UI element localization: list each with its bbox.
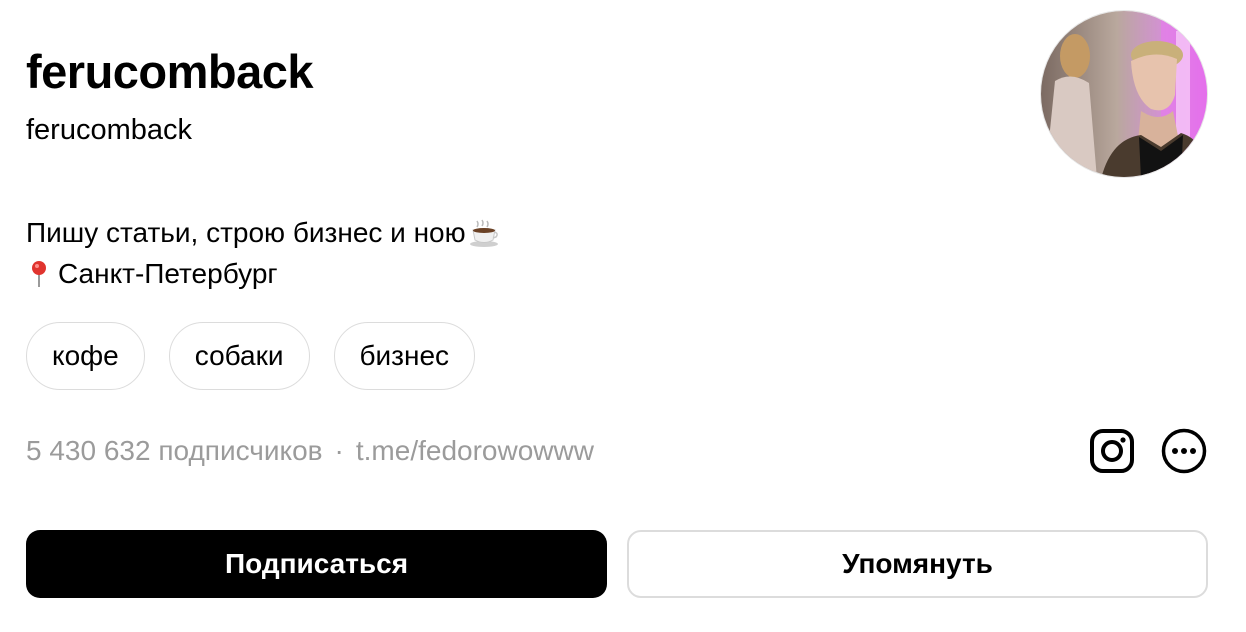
instagram-icon[interactable] [1089,428,1135,474]
profile-meta: 5 430 632 подписчиков · t.me/fedorowowww [26,432,594,470]
subscribe-button[interactable]: Подписаться [26,530,607,598]
profile-link[interactable]: t.me/fedorowowww [356,435,594,466]
separator-dot: · [334,435,344,466]
bio: Пишу статьи, строю бизнес и ною Санкт-Пе… [26,212,500,294]
bio-line-1: Пишу статьи, строю бизнес и ною [26,212,500,253]
location-text: Санкт-Петербург [58,258,278,289]
mention-button[interactable]: Упомянуть [627,530,1208,598]
pin-icon [26,259,56,289]
tags-list: кофе собаки бизнес [26,322,476,390]
bio-text: Пишу статьи, строю бизнес и ною [26,217,466,248]
followers-count: 5 430 632 подписчиков [26,435,323,466]
tag-business[interactable]: бизнес [333,322,476,390]
profile-page: ferucomback ferucomback Пишу статьи, стр… [0,0,1246,632]
avatar[interactable] [1040,10,1208,178]
username: ferucomback [26,114,193,146]
coffee-cup-icon [468,218,500,248]
tag-dogs[interactable]: собаки [168,322,310,390]
display-name: ferucomback [26,45,314,98]
tag-coffee[interactable]: кофе [26,322,145,390]
bio-line-2: Санкт-Петербург [26,253,500,294]
more-icon[interactable] [1161,428,1207,474]
